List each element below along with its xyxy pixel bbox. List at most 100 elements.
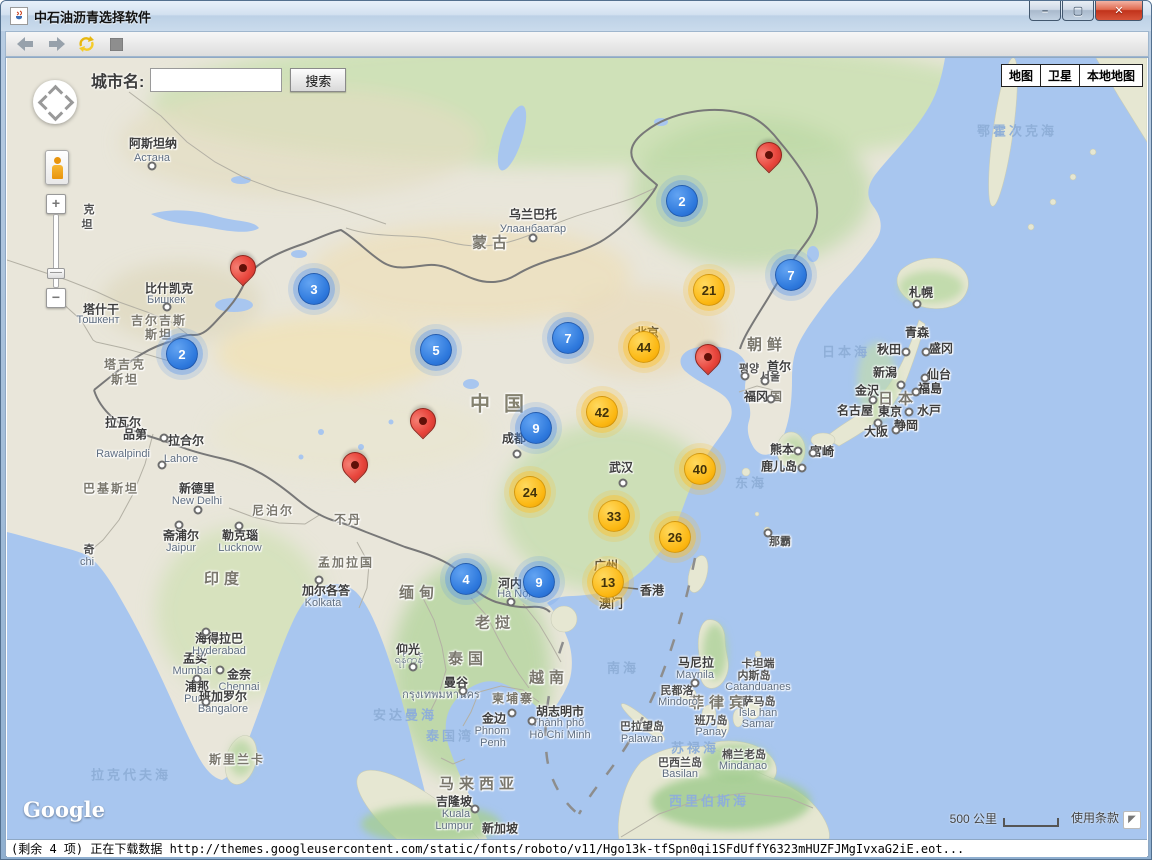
city-dot	[874, 419, 883, 428]
city-dot	[148, 162, 157, 171]
map-label: 西里伯斯海	[669, 791, 749, 810]
map-label: 札幌	[909, 284, 933, 301]
map-label: Hyderabad	[192, 645, 246, 657]
stop-icon[interactable]	[106, 35, 126, 53]
cluster-marker[interactable]: 2	[666, 185, 698, 217]
map-label: Penh	[480, 737, 506, 749]
cluster-marker[interactable]: 5	[420, 334, 452, 366]
city-dot	[160, 434, 169, 443]
city-name-label: 城市名:	[91, 68, 144, 92]
map-label: Panay	[695, 726, 726, 738]
close-button[interactable]: ✕	[1095, 1, 1143, 21]
terms-of-use-link[interactable]: 使用条款	[1071, 809, 1119, 826]
city-dot	[194, 506, 203, 515]
map-label: 新潟	[873, 364, 897, 381]
map-label: 香港	[640, 582, 664, 599]
map-type-map-button[interactable]: 地图	[1001, 64, 1041, 87]
map-label: 中国	[470, 388, 538, 417]
cluster-marker[interactable]: 26	[659, 521, 691, 553]
map-type-local-button[interactable]: 本地地图	[1079, 64, 1143, 87]
zoom-in-button[interactable]: +	[46, 194, 66, 214]
refresh-icon[interactable]	[76, 35, 96, 53]
maximize-button[interactable]: ▢	[1062, 1, 1094, 21]
map-label: Kuala	[442, 808, 470, 820]
map-label: 巴拉望岛	[620, 718, 664, 734]
map-label: 泰国	[448, 648, 488, 669]
map-label: Mumbai	[172, 665, 211, 677]
pan-up-icon[interactable]	[48, 85, 64, 101]
city-dot	[163, 303, 172, 312]
map-label: 新加坡	[482, 820, 518, 837]
zoom-slider-handle[interactable]	[47, 268, 65, 279]
cluster-marker[interactable]: 7	[775, 259, 807, 291]
map-label: Hồ Chí Minh	[529, 729, 590, 741]
title-bar: 中石油沥青选择软件 – ▢ ✕	[1, 1, 1151, 31]
map-label: Mindoro	[658, 696, 698, 708]
map-label: 东海	[735, 473, 767, 492]
map-label: 乌兰巴托	[509, 206, 557, 223]
pan-control	[33, 80, 77, 124]
corner-arrow-icon[interactable]: ◤	[1123, 811, 1141, 829]
map-label: 阿斯坦纳	[129, 135, 177, 152]
search-button[interactable]: 搜索	[290, 68, 346, 92]
city-dot	[794, 447, 803, 456]
city-dot	[315, 576, 324, 585]
pegman-icon	[54, 157, 61, 164]
map-label: 品第	[123, 426, 147, 443]
pegman-control[interactable]	[45, 150, 69, 185]
map-label: 福島	[918, 380, 942, 397]
city-search-input[interactable]	[150, 68, 282, 92]
pan-left-icon[interactable]	[38, 95, 54, 111]
cluster-marker[interactable]: 9	[523, 566, 555, 598]
back-arrow-icon[interactable]	[16, 35, 36, 53]
map-label: Mindanao	[719, 760, 767, 772]
cluster-marker[interactable]: 4	[450, 563, 482, 595]
map-label: 青森	[905, 324, 929, 341]
map-canvas[interactable]: 鄂霍次克海日本海东海南海苏禄海西里伯斯海安达曼海泰国湾拉克代夫海中国蒙古朝鲜日本…	[7, 58, 1147, 839]
cluster-marker[interactable]: 3	[298, 273, 330, 305]
cluster-marker[interactable]: 24	[514, 476, 546, 508]
city-dot	[921, 374, 930, 383]
zoom-out-button[interactable]: −	[46, 288, 66, 308]
pan-right-icon[interactable]	[59, 95, 75, 111]
city-dot	[508, 709, 517, 718]
cluster-marker[interactable]: 9	[520, 412, 552, 444]
map-label: 水戸	[917, 402, 941, 419]
content-pane: 鄂霍次克海日本海东海南海苏禄海西里伯斯海安达曼海泰国湾拉克代夫海中国蒙古朝鲜日本…	[5, 57, 1149, 857]
city-dot	[912, 388, 921, 397]
cluster-marker[interactable]: 21	[693, 274, 725, 306]
cluster-marker[interactable]: 2	[166, 338, 198, 370]
map-label: Samar	[742, 718, 774, 730]
map-label: 克	[84, 201, 95, 217]
city-dot	[761, 377, 770, 386]
city-dot	[922, 348, 931, 357]
map-label: Lucknow	[218, 542, 261, 554]
forward-arrow-icon[interactable]	[46, 35, 66, 53]
city-dot	[798, 464, 807, 473]
map-label: กรุงเทพมหานคร	[402, 685, 480, 703]
city-dot	[158, 461, 167, 470]
city-dot	[767, 395, 776, 404]
map-label: 新德里	[179, 480, 215, 497]
city-dot	[193, 675, 202, 684]
map-label: 印度	[204, 568, 244, 589]
map-label: Phnom	[475, 725, 510, 737]
map-label: 熊本	[770, 441, 794, 458]
map-label: 马来西亚	[439, 773, 519, 794]
cluster-marker[interactable]: 40	[684, 453, 716, 485]
map-label: 金奈	[227, 666, 251, 683]
map-label: 孟加拉国	[318, 554, 374, 571]
cluster-marker[interactable]: 7	[552, 322, 584, 354]
map-label: 巴基斯坦	[83, 480, 139, 497]
pan-down-icon[interactable]	[48, 106, 64, 122]
map-type-satellite-button[interactable]: 卫星	[1040, 64, 1080, 87]
scale-bar	[1003, 818, 1059, 827]
cluster-marker[interactable]: 33	[598, 500, 630, 532]
cluster-marker[interactable]: 13	[592, 566, 624, 598]
map-label: 鹿儿岛	[761, 458, 797, 475]
map-type-switcher: 地图 卫星 本地地图	[1002, 64, 1143, 87]
cluster-marker[interactable]: 44	[628, 331, 660, 363]
cluster-marker[interactable]: 42	[586, 396, 618, 428]
city-dot	[913, 300, 922, 309]
minimize-button[interactable]: –	[1029, 1, 1061, 21]
